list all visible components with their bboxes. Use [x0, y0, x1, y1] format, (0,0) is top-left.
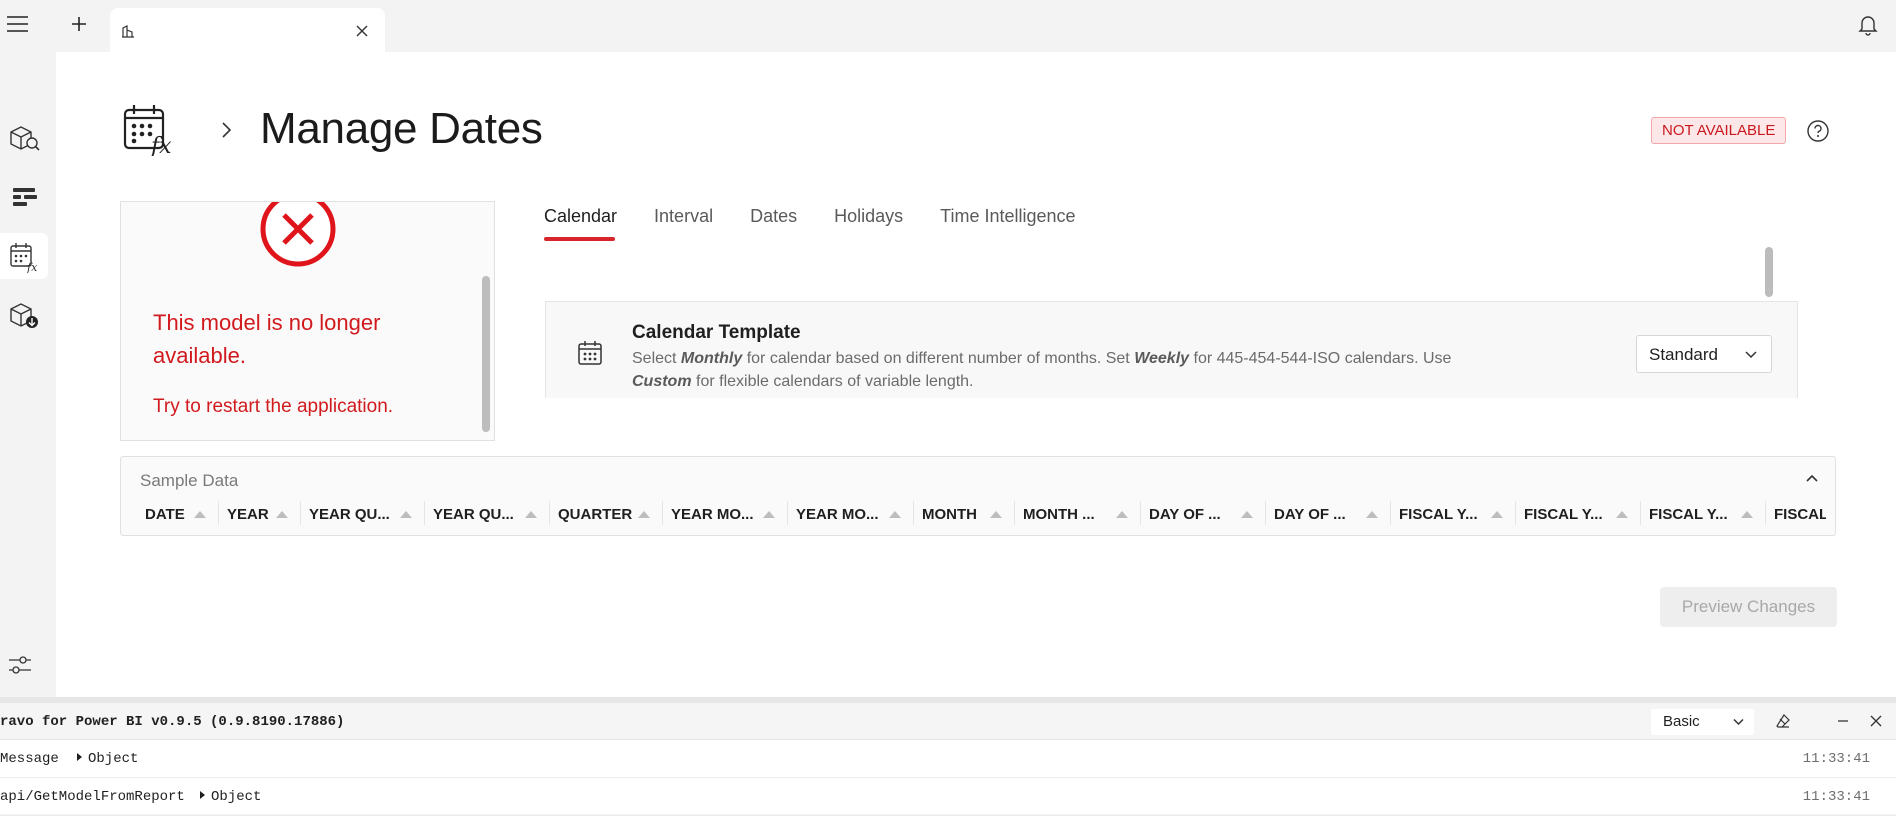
sort-icon[interactable] — [1116, 511, 1128, 518]
card-description: Select Monthly for calendar based on dif… — [632, 350, 1452, 390]
calendar-fx-icon: fx — [122, 100, 178, 156]
column-header[interactable]: YEAR QU... — [425, 501, 550, 525]
sort-icon[interactable] — [525, 511, 537, 518]
column-header[interactable]: FISCAL Y... — [1641, 501, 1766, 525]
sort-icon[interactable] — [1741, 511, 1753, 518]
close-icon[interactable] — [1868, 713, 1884, 729]
sort-icon[interactable] — [194, 511, 206, 518]
error-panel: This model is no longer available. Try t… — [120, 201, 495, 441]
column-header[interactable]: FISCAL Y... — [1516, 501, 1641, 525]
sample-data-panel: Sample Data DATE YEAR YEAR QU... YEAR QU… — [120, 456, 1836, 536]
document-tab[interactable] — [110, 8, 385, 52]
page-title: Manage Dates — [260, 104, 543, 153]
column-header[interactable]: FISCAL Y... — [1391, 501, 1516, 525]
tab-interval[interactable]: Interval — [654, 206, 713, 235]
calendar-fx-icon[interactable]: fx — [0, 233, 48, 279]
error-x-icon — [259, 202, 337, 268]
column-header[interactable]: DAY OF ... — [1141, 501, 1266, 525]
error-title: This model is no longer available. — [153, 310, 381, 368]
console-title: ravo for Power BI v0.9.5 (0.9.8190.17886… — [0, 714, 345, 730]
chevron-right-icon — [220, 120, 234, 140]
log-time: 11:33:41 — [1802, 789, 1870, 805]
top-bar — [0, 0, 1896, 52]
plus-icon[interactable] — [68, 13, 90, 35]
tab-calendar[interactable]: Calendar — [544, 206, 617, 241]
column-header[interactable]: DATE — [137, 501, 219, 525]
column-header[interactable]: MONTH ... — [1015, 501, 1141, 525]
settings-sliders-icon[interactable] — [6, 651, 34, 679]
log-message: Message — [0, 751, 59, 767]
tab-dates[interactable]: Dates — [750, 206, 797, 235]
sort-icon[interactable] — [1616, 511, 1628, 518]
status-badge: NOT AVAILABLE — [1651, 117, 1787, 144]
log-time: 11:33:41 — [1802, 751, 1870, 767]
sort-icon[interactable] — [1241, 511, 1253, 518]
sample-data-title: Sample Data — [140, 471, 239, 490]
bell-icon[interactable] — [1858, 14, 1878, 36]
minimize-icon[interactable] — [1835, 713, 1851, 729]
chevron-down-icon — [1733, 718, 1744, 726]
model-search-icon[interactable] — [0, 115, 48, 161]
log-row: Message Object 11:33:41 — [0, 740, 1896, 778]
column-header[interactable]: QUARTER — [550, 501, 663, 525]
log-object-toggle[interactable]: Object — [200, 789, 261, 805]
column-header[interactable]: DAY OF ... — [1266, 501, 1391, 525]
sort-icon[interactable] — [276, 511, 288, 518]
format-icon[interactable] — [0, 174, 48, 220]
preview-changes-button[interactable]: Preview Changes — [1660, 587, 1837, 627]
log-message: api/GetModelFromReport — [0, 789, 185, 805]
log-object-toggle[interactable]: Object — [77, 751, 138, 767]
column-header[interactable]: YEAR MO... — [788, 501, 914, 525]
column-header[interactable]: YEAR MO... — [663, 501, 788, 525]
column-header[interactable]: YEAR — [219, 501, 301, 525]
card-title: Calendar Template — [632, 322, 801, 343]
left-rail: fx — [0, 52, 56, 697]
tab-model-icon — [120, 23, 136, 39]
chevron-up-icon[interactable] — [1805, 472, 1819, 484]
calendar-icon — [576, 339, 604, 367]
column-header[interactable]: MONTH — [914, 501, 1015, 525]
log-row: api/GetModelFromReport Object 11:33:41 — [0, 778, 1896, 816]
console-panel: ravo for Power BI v0.9.5 (0.9.8190.17886… — [0, 697, 1896, 816]
calendar-template-select[interactable]: Standard — [1636, 335, 1772, 373]
log-level-select[interactable]: Basic — [1651, 709, 1754, 735]
column-header[interactable]: FISCAL — [1766, 501, 1826, 525]
tab-time-intelligence[interactable]: Time Intelligence — [940, 206, 1075, 235]
model-export-icon[interactable] — [0, 292, 48, 338]
scrollbar[interactable] — [1765, 247, 1773, 297]
menu-icon[interactable] — [6, 14, 30, 34]
main-content: fx Manage Dates NOT AVAILABLE This model… — [56, 52, 1896, 697]
sort-icon[interactable] — [638, 511, 650, 518]
sample-data-header: DATE YEAR YEAR QU... YEAR QU... QUARTER … — [137, 501, 1826, 525]
close-icon[interactable] — [355, 24, 369, 38]
sort-icon[interactable] — [400, 511, 412, 518]
tab-bar: Calendar Interval Dates Holidays Time In… — [544, 206, 1113, 241]
help-icon[interactable] — [1806, 119, 1830, 143]
error-subtitle: Try to restart the application. — [153, 396, 394, 417]
calendar-template-card: Calendar Template Select Monthly for cal… — [545, 301, 1798, 398]
chevron-down-icon — [1745, 351, 1757, 359]
sort-icon[interactable] — [1491, 511, 1503, 518]
column-header[interactable]: YEAR QU... — [301, 501, 425, 525]
svg-text:fx: fx — [26, 261, 38, 273]
eraser-icon[interactable] — [1775, 713, 1791, 729]
sort-icon[interactable] — [889, 511, 901, 518]
sort-icon[interactable] — [990, 511, 1002, 518]
svg-text:fx: fx — [149, 134, 172, 156]
sort-icon[interactable] — [1366, 511, 1378, 518]
scrollbar[interactable] — [482, 276, 490, 432]
console-header: ravo for Power BI v0.9.5 (0.9.8190.17886… — [0, 703, 1896, 740]
tab-holidays[interactable]: Holidays — [834, 206, 903, 235]
sort-icon[interactable] — [763, 511, 775, 518]
